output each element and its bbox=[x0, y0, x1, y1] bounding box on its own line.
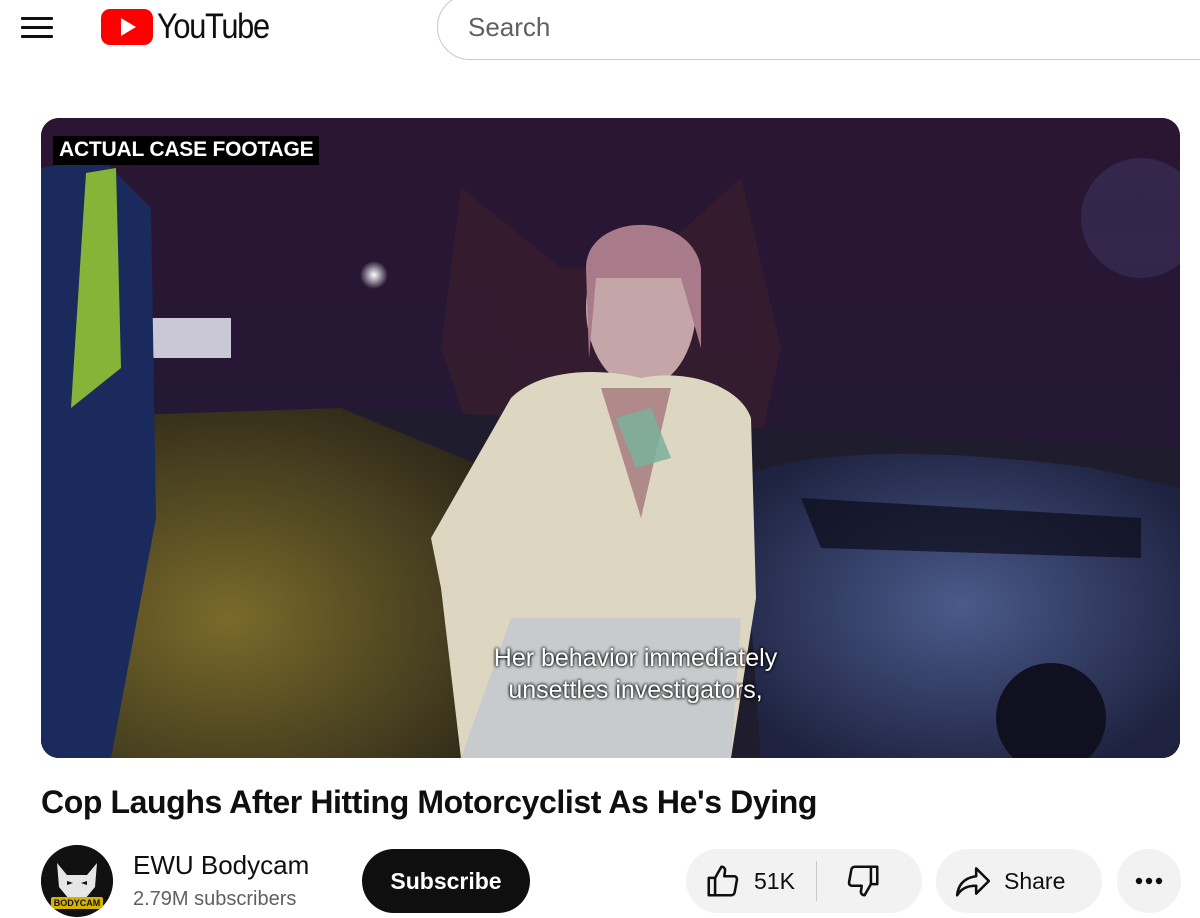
caption-line-2: unsettles investigators, bbox=[508, 676, 763, 704]
like-button[interactable]: 51K bbox=[686, 849, 816, 913]
channel-name[interactable]: EWU Bodycam bbox=[133, 850, 309, 881]
search-input[interactable] bbox=[468, 11, 1068, 43]
youtube-play-icon bbox=[101, 9, 153, 45]
subscriber-count: 2.79M subscribers bbox=[133, 888, 297, 910]
video-player[interactable]: ACTUAL CASE FOOTAGE Her behavior immedia… bbox=[41, 118, 1180, 758]
share-button[interactable]: Share bbox=[936, 849, 1102, 913]
video-title: Cop Laughs After Hitting Motorcyclist As… bbox=[41, 784, 818, 820]
footage-badge: ACTUAL CASE FOOTAGE bbox=[53, 136, 320, 165]
wolf-avatar-icon: BODYCAM bbox=[41, 845, 113, 917]
video-caption: Her behavior immediately unsettles inves… bbox=[41, 642, 1180, 706]
thumbs-down-icon bbox=[847, 865, 879, 897]
caption-line-1: Her behavior immediately bbox=[493, 644, 778, 672]
channel-avatar[interactable]: BODYCAM bbox=[41, 845, 113, 917]
search-box[interactable] bbox=[437, 0, 1200, 60]
dislike-button[interactable] bbox=[817, 849, 909, 913]
logo-wordmark: YouTube bbox=[157, 7, 270, 46]
more-horizontal-icon bbox=[1135, 877, 1163, 885]
subscribe-button[interactable]: Subscribe bbox=[362, 849, 530, 913]
hamburger-menu-icon[interactable] bbox=[16, 8, 58, 46]
like-dislike-group: 51K bbox=[686, 849, 922, 913]
youtube-logo[interactable]: YouTube bbox=[101, 7, 284, 46]
top-bar: YouTube bbox=[0, 0, 1200, 60]
avatar-text: BODYCAM bbox=[54, 898, 101, 908]
share-arrow-icon bbox=[955, 867, 991, 897]
more-actions-button[interactable] bbox=[1117, 849, 1181, 913]
share-label: Share bbox=[1004, 867, 1066, 894]
thumbs-up-icon bbox=[707, 865, 739, 897]
like-count: 51K bbox=[754, 867, 795, 894]
